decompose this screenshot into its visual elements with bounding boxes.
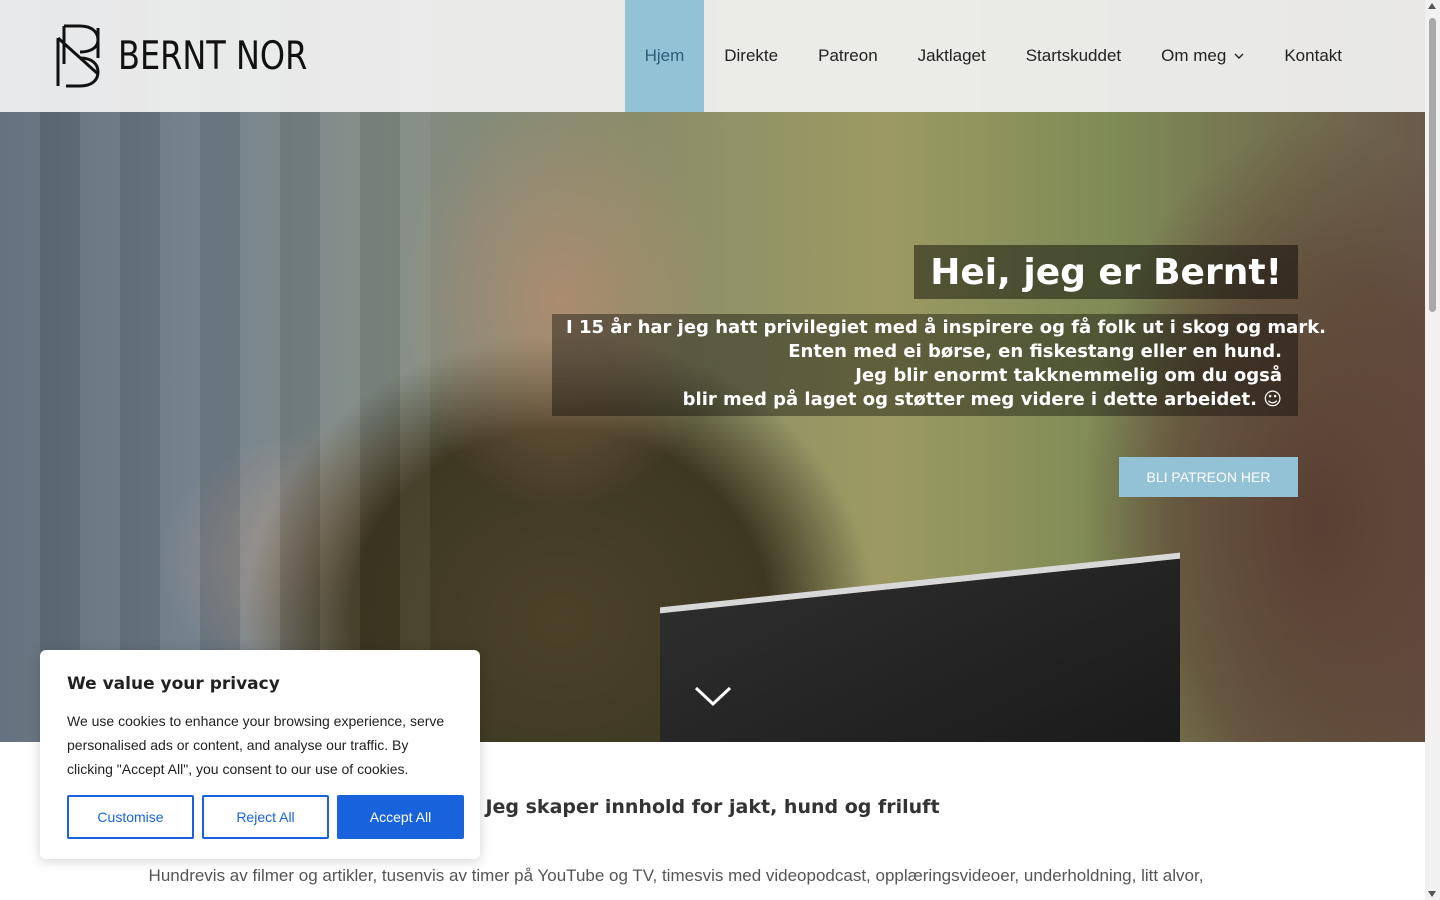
page-scrollbar[interactable] [1425, 0, 1440, 900]
scroll-down-chevron-icon[interactable] [694, 684, 732, 708]
nav-label: Hjem [644, 46, 685, 65]
patreon-cta-button[interactable]: BLI PATREON HER [1119, 457, 1298, 497]
hero-line: Jeg blir enormt takknemmelig om du også [855, 365, 1282, 386]
nav-item-startskuddet[interactable]: Startskuddet [1006, 0, 1141, 112]
nav-label: Patreon [818, 46, 878, 65]
cookie-text: We use cookies to enhance your browsing … [67, 713, 445, 777]
cookie-consent-banner: We value your privacy We use cookies to … [40, 650, 480, 859]
reject-all-button[interactable]: Reject All [202, 795, 329, 839]
nav-item-jaktlaget[interactable]: Jaktlaget [898, 0, 1006, 112]
nav-item-direkte[interactable]: Direkte [704, 0, 798, 112]
scroll-down-arrow-icon[interactable] [1428, 891, 1436, 897]
hero-line: Enten med ei børse, en fiskestang eller … [788, 341, 1282, 362]
nav-label: Kontakt [1284, 46, 1342, 65]
chevron-down-icon [1234, 53, 1244, 59]
hero-intro: I 15 år har jeg hatt privilegiet med å i… [552, 314, 1327, 416]
nav-item-om-meg[interactable]: Om meg [1141, 0, 1264, 112]
logo-monogram-icon [56, 24, 100, 88]
site-logo[interactable]: BERNT NOR [54, 24, 349, 88]
nav-item-patreon[interactable]: Patreon [798, 0, 898, 112]
nav-item-kontakt[interactable]: Kontakt [1264, 0, 1362, 112]
cookie-buttons: Customise Reject All Accept All [67, 795, 464, 839]
nav-item-hjem[interactable]: Hjem [624, 0, 705, 112]
scrollbar-thumb[interactable] [1429, 18, 1436, 312]
nav-label: Startskuddet [1025, 46, 1122, 65]
laptop-shape [660, 552, 1180, 742]
customise-button[interactable]: Customise [67, 795, 194, 839]
nav-label: Jaktlaget [917, 46, 986, 65]
hero-line: blir med på laget og støtter meg videre … [682, 389, 1282, 410]
nav-label: Direkte [724, 46, 779, 65]
hero-title: Hei, jeg er Bernt! [914, 245, 1298, 299]
main-nav: Hjem Direkte Patreon Jaktlaget Startskud… [624, 0, 1362, 112]
nav-label: Om meg [1161, 46, 1227, 65]
site-header: BERNT NOR Hjem Direkte Patreon Jaktlaget… [0, 0, 1425, 112]
section-body-text: Hundrevis av filmer og artikler, tusenvi… [148, 866, 1204, 885]
brand-name: BERNT NOR [118, 33, 308, 79]
accept-all-button[interactable]: Accept All [337, 795, 464, 839]
cookie-title: We value your privacy [67, 674, 280, 694]
hero-line: I 15 år har jeg hatt privilegiet med å i… [566, 317, 1327, 338]
scroll-up-arrow-icon[interactable] [1428, 3, 1436, 9]
